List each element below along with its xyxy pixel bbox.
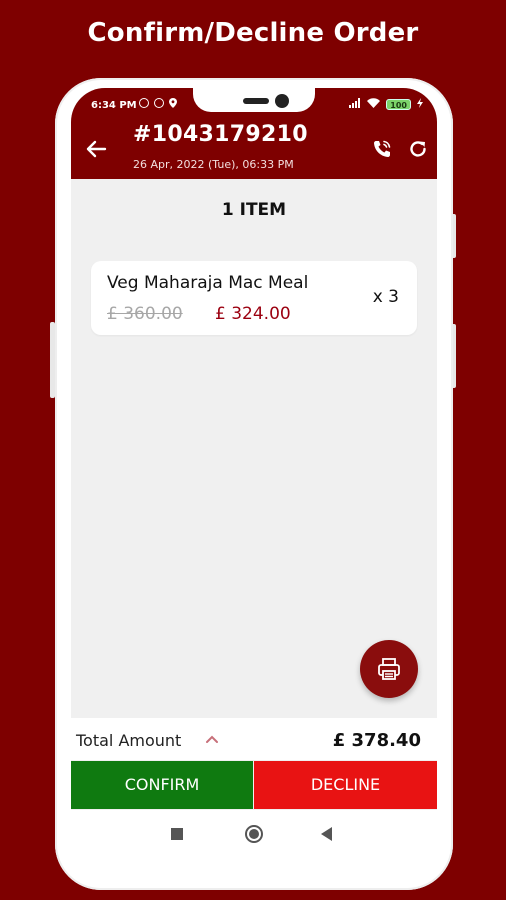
home-button[interactable] (245, 825, 263, 843)
printer-icon (378, 658, 400, 680)
refresh-icon (410, 141, 426, 157)
phone-screen: 6:34 PM 100 #1043179210 26 Apr, 2022 (Tu… (71, 88, 437, 858)
total-amount-bar: Total Amount £ 378.40 (71, 718, 437, 760)
item-quantity: x 3 (372, 287, 399, 307)
system-back-button[interactable] (321, 827, 332, 841)
status-time: 6:34 PM (91, 100, 137, 111)
recent-apps-button[interactable] (171, 828, 183, 840)
location-icon (169, 98, 177, 108)
items-count-heading: 1 ITEM (221, 200, 287, 220)
back-button[interactable] (85, 138, 107, 160)
print-button[interactable] (360, 640, 418, 698)
sync-off-icon (139, 98, 149, 108)
chevron-up-icon (206, 735, 218, 743)
order-datetime: 26 Apr, 2022 (Tue), 06:33 PM (133, 158, 294, 171)
status-notification-icons (139, 98, 177, 108)
total-amount-label: Total Amount (76, 731, 182, 750)
call-button[interactable] (371, 138, 393, 160)
item-original-price: £ 360.00 (107, 304, 183, 324)
charging-icon (417, 98, 423, 111)
phone-call-icon (374, 140, 391, 157)
status-system-icons: 100 (349, 98, 423, 111)
wifi-icon (367, 98, 381, 111)
signal-icon (349, 98, 361, 111)
data-saver-icon (154, 98, 164, 108)
system-nav-bar (71, 810, 437, 858)
refresh-button[interactable] (407, 138, 429, 160)
arrow-left-icon (86, 140, 107, 158)
expand-total-button[interactable] (205, 732, 219, 746)
battery-indicator: 100 (386, 99, 411, 110)
order-item-card: Veg Maharaja Mac Meal x 3 £ 360.00 £ 324… (91, 261, 417, 335)
item-name: Veg Maharaja Mac Meal (107, 273, 309, 293)
promo-title: Confirm/Decline Order (87, 18, 419, 48)
decline-button[interactable]: DECLINE (254, 761, 437, 809)
confirm-button[interactable]: CONFIRM (71, 761, 253, 809)
phone-speaker (243, 98, 269, 104)
phone-camera (275, 94, 289, 108)
order-number: #1043179210 (133, 122, 308, 147)
item-price: £ 324.00 (215, 304, 291, 324)
total-amount-value: £ 378.40 (332, 730, 421, 751)
